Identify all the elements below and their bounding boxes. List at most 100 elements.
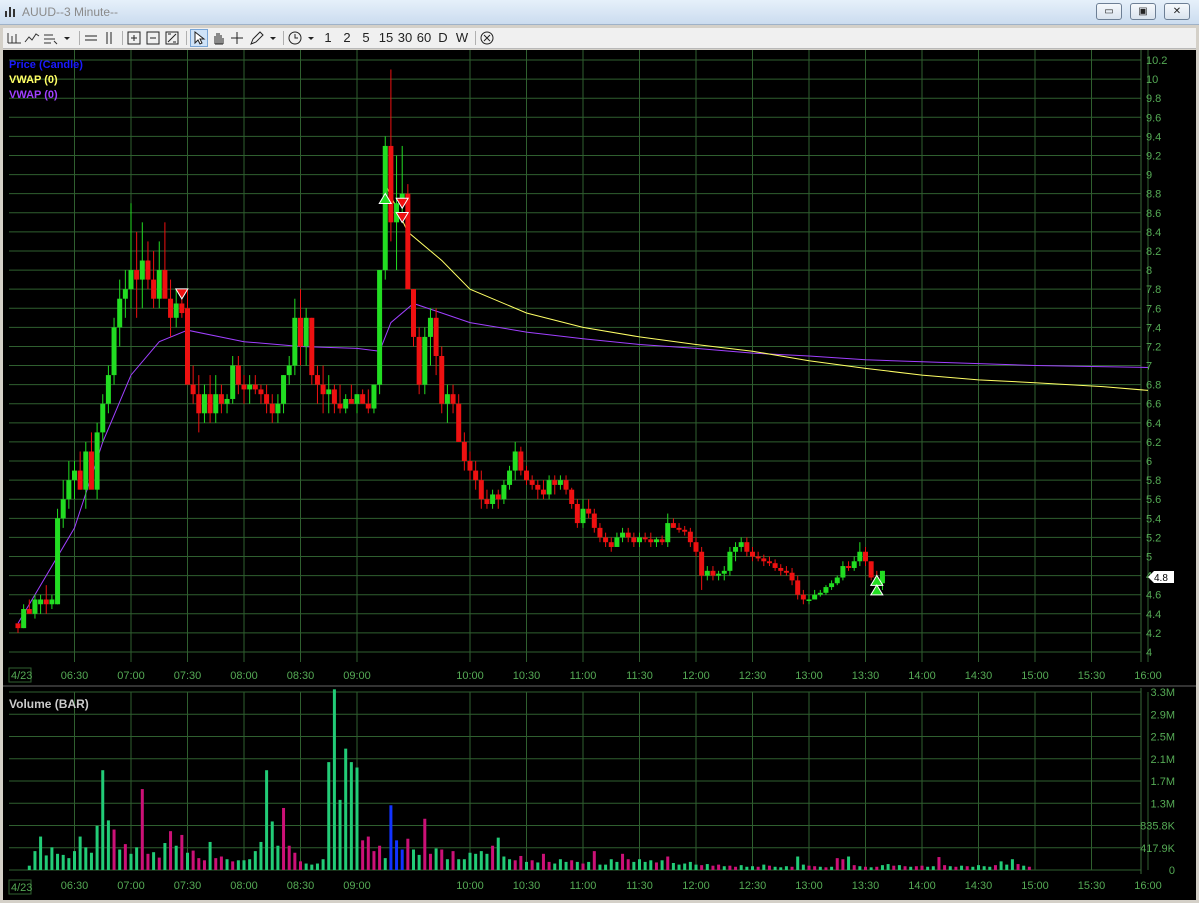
chart-canvas[interactable]: 4 4.2 4.4 4.6 4.85 5.2 5.4 5.6 5.8 6 6.2 6.4 6.6 6.8 7… bbox=[3, 50, 1196, 900]
volume-x-tick-label: 10:30 bbox=[513, 880, 541, 892]
candle-body bbox=[26, 609, 32, 614]
volume-bar bbox=[818, 866, 822, 870]
price-tick-label: 6.4 bbox=[1146, 418, 1161, 430]
volume-bar bbox=[525, 861, 528, 870]
volume-bar bbox=[186, 852, 189, 870]
volume-bar bbox=[807, 865, 811, 870]
price-tick-label: 5.4 bbox=[1146, 513, 1161, 525]
volume-bar bbox=[146, 853, 150, 870]
volume-bar bbox=[869, 867, 873, 870]
vertical-lines-icon[interactable] bbox=[101, 29, 117, 47]
volume-bar bbox=[389, 805, 393, 870]
hand-icon[interactable] bbox=[210, 29, 227, 47]
volume-bar bbox=[78, 836, 82, 870]
chart-type-dropdown-icon[interactable] bbox=[61, 29, 73, 47]
volume-bar bbox=[299, 861, 302, 870]
cancel-icon[interactable] bbox=[479, 29, 496, 47]
interval-dropdown-icon[interactable] bbox=[305, 29, 317, 47]
interval-60-button[interactable]: 60 bbox=[415, 29, 433, 47]
minimize-button[interactable]: ▭ bbox=[1096, 3, 1122, 20]
volume-tick-label: 2.9M bbox=[1151, 709, 1175, 721]
bar-chart-icon[interactable] bbox=[6, 29, 22, 47]
interval-15-button[interactable]: 15 bbox=[377, 29, 395, 47]
price-tick-label: 9 bbox=[1146, 170, 1152, 182]
price-tick-label: 5 bbox=[1146, 552, 1152, 564]
candle-body bbox=[761, 558, 767, 562]
candle-body bbox=[693, 542, 699, 552]
line-chart-icon[interactable] bbox=[24, 29, 40, 47]
volume-bar bbox=[751, 866, 754, 870]
candle-body bbox=[360, 394, 366, 404]
clock-icon[interactable] bbox=[287, 29, 304, 47]
volume-bar bbox=[1005, 864, 1009, 870]
volume-bar bbox=[609, 859, 613, 870]
volume-bar bbox=[558, 859, 562, 870]
candle-body bbox=[433, 317, 439, 356]
candle-body bbox=[518, 451, 524, 471]
interval-day-button[interactable]: D bbox=[436, 29, 450, 47]
price-tick-label: 8.8 bbox=[1146, 189, 1161, 201]
candle-body bbox=[846, 566, 852, 568]
candle-body bbox=[179, 303, 185, 314]
interval-30-button[interactable]: 30 bbox=[396, 29, 414, 47]
candle-body bbox=[535, 484, 541, 490]
zoom-fit-icon[interactable] bbox=[164, 29, 181, 47]
interval-1-button[interactable]: 1 bbox=[321, 29, 335, 47]
candle-body bbox=[557, 480, 563, 485]
price-tick-label: 5.2 bbox=[1146, 532, 1161, 544]
price-tick-label: 6.8 bbox=[1146, 380, 1161, 392]
volume-bar bbox=[231, 861, 235, 870]
drawing-dropdown-icon[interactable] bbox=[267, 29, 279, 47]
price-tick-label: 6.2 bbox=[1146, 437, 1161, 449]
pointer-icon[interactable] bbox=[190, 29, 208, 47]
interval-week-button[interactable]: W bbox=[454, 29, 470, 47]
candle-body bbox=[495, 494, 501, 500]
horizontal-lines-icon[interactable] bbox=[83, 29, 99, 47]
volume-bar bbox=[428, 853, 432, 870]
volume-bar bbox=[491, 845, 495, 870]
candle-body bbox=[733, 546, 739, 552]
pencil-icon[interactable] bbox=[248, 29, 265, 47]
price-x-tick-label: 14:00 bbox=[908, 670, 936, 682]
volume-bar bbox=[400, 849, 404, 870]
zoom-out-icon[interactable] bbox=[145, 29, 162, 47]
volume-bar bbox=[575, 861, 579, 870]
interval-2-button[interactable]: 2 bbox=[340, 29, 354, 47]
volume-bar bbox=[56, 853, 60, 870]
price-tick-label: 4 bbox=[1146, 647, 1152, 659]
price-x-tick-label: 07:30 bbox=[174, 670, 202, 682]
candle-body bbox=[563, 480, 569, 490]
volume-x-tick-label: 12:00 bbox=[682, 880, 710, 892]
volume-bar bbox=[44, 855, 48, 870]
price-x-tick-label: 14:30 bbox=[965, 670, 993, 682]
candle-body bbox=[190, 384, 196, 395]
volume-bar bbox=[406, 838, 410, 870]
interval-5-button[interactable]: 5 bbox=[359, 29, 373, 47]
candle-body bbox=[314, 375, 320, 385]
volume-bar bbox=[276, 845, 280, 870]
volume-bar bbox=[739, 865, 743, 870]
restore-button[interactable]: ▣ bbox=[1130, 3, 1156, 20]
price-tick-label: 7.2 bbox=[1146, 341, 1161, 353]
candle-body bbox=[834, 577, 840, 584]
volume-bar bbox=[847, 856, 851, 870]
indicator-icon[interactable] bbox=[43, 29, 59, 47]
volume-bar bbox=[722, 866, 726, 870]
crosshair-icon[interactable] bbox=[229, 29, 246, 47]
volume-bar bbox=[824, 867, 828, 870]
volume-bar bbox=[315, 863, 319, 870]
candle-body bbox=[473, 470, 479, 481]
volume-bar bbox=[728, 865, 732, 870]
candle-body bbox=[377, 270, 383, 385]
zoom-in-icon[interactable] bbox=[126, 29, 143, 47]
volume-bar bbox=[677, 864, 681, 870]
close-button[interactable]: ✕ bbox=[1164, 3, 1190, 20]
candle-body bbox=[439, 356, 445, 404]
volume-bar bbox=[982, 866, 986, 870]
price-tick-label: 5.6 bbox=[1146, 494, 1161, 506]
price-x-tick-label: 08:00 bbox=[230, 670, 258, 682]
candle-body bbox=[122, 289, 128, 299]
candle-body bbox=[738, 542, 744, 547]
candle-body bbox=[145, 260, 151, 280]
volume-bar bbox=[140, 789, 144, 870]
